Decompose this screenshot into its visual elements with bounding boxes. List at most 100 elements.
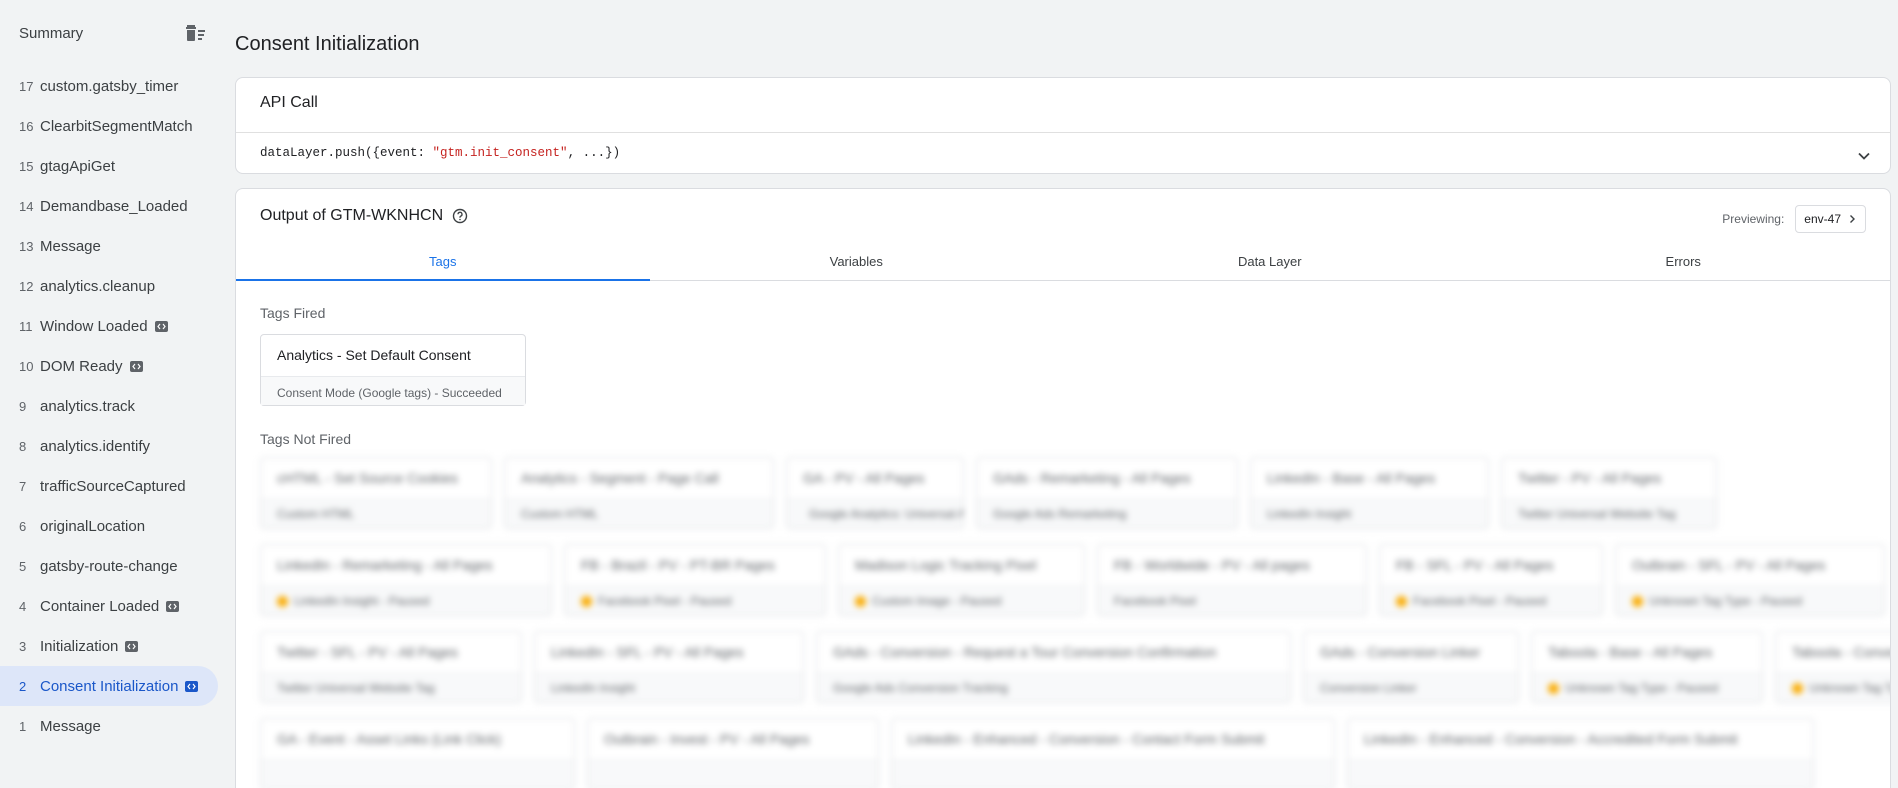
not-fired-tag-card[interactable]: Outbrain - SFL - PV - All Pages Unknown T… <box>1615 544 1885 616</box>
environment-chip[interactable]: env-47 <box>1795 205 1866 233</box>
event-item[interactable]: 6 originalLocation <box>0 506 219 546</box>
not-fired-tag-card[interactable]: Twitter - SFL - PV - All Pages Twitter Un… <box>260 631 522 703</box>
tab-tags[interactable]: Tags <box>236 244 650 281</box>
chevron-down-icon <box>1858 152 1870 160</box>
not-fired-tag-card[interactable]: GAds - Conversion - Request a Tour Conve… <box>816 631 1291 703</box>
output-title: Output of GTM-WKNHCN <box>260 207 468 225</box>
paused-dot-icon <box>855 595 866 607</box>
tag-status-text: Google Ads Remarketing <box>993 507 1127 521</box>
output-card: Output of GTM-WKNHCN Previewing: env-47 … <box>235 188 1891 788</box>
not-fired-tag-card[interactable]: GA - Event - Asset Links (Link Click) <box>260 718 575 788</box>
tag-name: FB - Brazil - PV - PT-BR Pages <box>581 557 775 573</box>
event-item[interactable]: 12 analytics.cleanup <box>0 266 219 306</box>
event-item[interactable]: 1 Message <box>0 706 219 746</box>
event-name: Initialization <box>40 637 119 655</box>
chevron-right-icon <box>1850 215 1855 223</box>
event-item[interactable]: 3 Initialization <box>0 626 219 666</box>
gtm-event-icon <box>166 600 180 612</box>
environment-name: env-47 <box>1804 212 1841 226</box>
event-list: 17 custom.gatsby_timer 16 ClearbitSegmentMa… <box>0 66 219 746</box>
help-icon[interactable] <box>452 208 468 224</box>
event-item[interactable]: 15 gtagApiGet <box>0 146 219 186</box>
not-fired-tag-card[interactable]: Taboola - Conversion - Tour Unknown Tag T… <box>1775 631 1891 703</box>
tag-name: Analytics - Set Default Consent <box>277 347 471 363</box>
tag-status: Unknown Tag Type - Paused <box>1532 673 1762 702</box>
not-fired-tag-card[interactable]: LinkedIn - SFL - PV - All Pages LinkedIn … <box>534 631 804 703</box>
event-item[interactable]: 14 Demandbase_Loaded <box>0 186 219 226</box>
tag-status: Facebook Pixel - Paused <box>565 586 825 615</box>
tag-status: LinkedIn Insight <box>535 673 803 702</box>
event-number: 6 <box>19 518 27 534</box>
event-item[interactable]: 7 trafficSourceCaptured <box>0 466 219 506</box>
tag-name: Outbrain - SFL - PV - All Pages <box>1632 557 1826 573</box>
event-item[interactable]: 13 Message <box>0 226 219 266</box>
event-name: Message <box>40 237 101 255</box>
code-event-string: "gtm.init_consent" <box>432 146 568 160</box>
not-fired-tag-card[interactable]: FB - Worldwide - PV - All pages Facebook … <box>1097 544 1367 616</box>
tag-status: Consent Mode (Google tags) - Succeeded <box>261 376 525 405</box>
not-fired-tag-card[interactable]: Madison Logic Tracking Pixel Custom Image… <box>838 544 1085 616</box>
event-name: analytics.track <box>40 397 136 415</box>
event-item[interactable]: 4 Container Loaded <box>0 586 219 626</box>
not-fired-tag-card[interactable]: Analytics - Segment - Page Call Custom HT… <box>504 457 774 529</box>
not-fired-tag-card[interactable]: FB - SFL - PV - All Pages Facebook Pixel … <box>1379 544 1603 616</box>
event-number: 15 <box>19 158 34 174</box>
event-item[interactable]: 11 Window Loaded <box>0 306 219 346</box>
not-fired-tag-card[interactable]: LinkedIn - Remarketing - All Pages Linked… <box>260 544 552 616</box>
event-name: Window Loaded <box>40 317 148 335</box>
event-name: gatsby-route-change <box>40 557 178 575</box>
not-fired-tag-card[interactable]: LinkedIn - Enhanced - Conversion - Conta… <box>891 718 1335 788</box>
tag-name: GAds - Conversion Linker <box>1320 644 1481 660</box>
tab-variables[interactable]: Variables <box>650 244 1064 280</box>
api-call-title: API Call <box>260 94 318 111</box>
tag-name: Twitter - PV - All Pages <box>1518 470 1662 486</box>
api-call-code: dataLayer.push({event: "gtm.init_consent… <box>260 146 620 160</box>
tag-status <box>261 760 574 788</box>
not-fired-tag-card[interactable]: FB - Brazil - PV - PT-BR Pages Facebook P… <box>564 544 826 616</box>
event-item[interactable]: 2 Consent Initialization <box>0 666 218 706</box>
event-name: custom.gatsby_timer <box>40 77 179 95</box>
tag-status: Unknown Tag Type - Paused <box>1776 673 1890 702</box>
not-fired-tag-card[interactable]: Twitter - PV - All Pages Twitter Universa… <box>1501 457 1717 529</box>
not-fired-tag-card[interactable]: Taboola - Base - All Pages Unknown Tag Ty… <box>1531 631 1763 703</box>
tag-name: LinkedIn - Enhanced - Conversion - Conta… <box>908 731 1265 747</box>
tag-name: Taboola - Conversion - Tour <box>1792 644 1891 660</box>
not-fired-tag-card[interactable]: GAds - Remarketing - All Pages Google Ads… <box>976 457 1238 529</box>
summary-title[interactable]: Summary <box>19 25 83 42</box>
event-item[interactable]: 17 custom.gatsby_timer <box>0 66 219 106</box>
not-fired-tag-card[interactable]: GAds - Conversion Linker Conversion Linke… <box>1303 631 1519 703</box>
tag-name: GAds - Conversion - Request a Tour Conve… <box>833 644 1217 660</box>
event-number: 1 <box>19 718 27 734</box>
tag-status-text: LinkedIn Insight <box>551 681 636 695</box>
tag-name: Twitter - SFL - PV - All Pages <box>277 644 458 660</box>
tag-status-text: LinkedIn Insight - Paused <box>294 594 430 608</box>
tag-status: LinkedIn Insight - Paused <box>261 586 551 615</box>
event-number: 14 <box>19 198 34 214</box>
main-panel: Consent Initialization API Call dataLaye… <box>233 0 1893 788</box>
event-item[interactable]: 9 analytics.track <box>0 386 219 426</box>
not-fired-tag-card[interactable]: cHTML - Set Source Cookies Custom HTML <box>260 457 492 529</box>
not-fired-tag-card[interactable]: GA - PV - All Pages Google Analytics: Uni… <box>786 457 964 529</box>
event-name: ClearbitSegmentMatch <box>40 117 193 135</box>
tags-fired-label: Tags Fired <box>260 305 326 321</box>
not-fired-tag-card[interactable]: LinkedIn - Base - All Pages LinkedIn Insi… <box>1250 457 1489 529</box>
event-item[interactable]: 16 ClearbitSegmentMatch <box>0 106 219 146</box>
tab-data-layer[interactable]: Data Layer <box>1063 244 1477 280</box>
not-fired-tag-card[interactable]: LinkedIn - Enhanced - Conversion - Accre… <box>1347 718 1814 788</box>
event-number: 3 <box>19 638 27 654</box>
paused-dot-icon <box>1632 595 1643 607</box>
tag-name: FB - SFL - PV - All Pages <box>1396 557 1554 573</box>
event-item[interactable]: 8 analytics.identify <box>0 426 219 466</box>
event-item[interactable]: 5 gatsby-route-change <box>0 546 219 586</box>
tag-status-text: Conversion Linker <box>1320 681 1417 695</box>
fired-tag-card[interactable]: Analytics - Set Default Consent Consent … <box>260 334 526 406</box>
clear-messages-button[interactable] <box>183 20 209 46</box>
expand-api-call-button[interactable] <box>1854 146 1874 166</box>
tag-name: GA - Event - Asset Links (Link Click) <box>277 731 502 747</box>
tab-errors[interactable]: Errors <box>1477 244 1891 280</box>
event-number: 17 <box>19 78 34 94</box>
tag-status: Facebook Pixel - Paused <box>1380 586 1602 615</box>
event-item[interactable]: 10 DOM Ready <box>0 346 219 386</box>
tag-status: Custom HTML <box>505 499 773 528</box>
not-fired-tag-card[interactable]: Outbrain - Invest - PV - All Pages <box>587 718 879 788</box>
